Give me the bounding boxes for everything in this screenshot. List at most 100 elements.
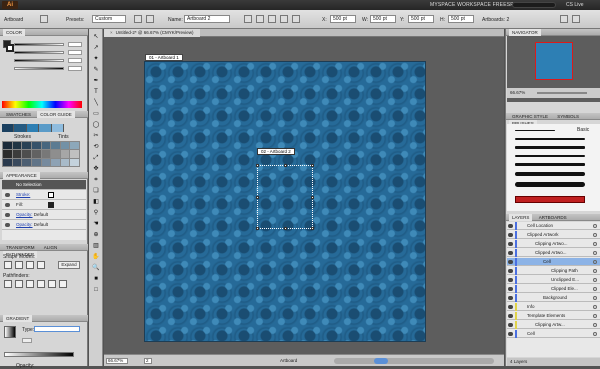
color-spectrum[interactable]: [2, 101, 82, 108]
symbol-tool-icon[interactable]: ❏: [92, 187, 100, 195]
blend-tool-icon[interactable]: ☚: [92, 220, 100, 228]
stroke-color-swatch[interactable]: [6, 44, 14, 52]
layer-row[interactable]: Clipping Artwo...: [507, 240, 600, 248]
visibility-eye-icon[interactable]: [508, 287, 513, 291]
stroke-swatch-icon[interactable]: [48, 192, 54, 198]
appearance-fill-row[interactable]: Fill:: [2, 200, 86, 210]
layer-row[interactable]: Template Elements: [507, 312, 600, 320]
search-input[interactable]: [512, 2, 556, 8]
warp-tool-icon[interactable]: ✥: [92, 165, 100, 173]
visibility-eye-icon[interactable]: [5, 223, 10, 227]
horizontal-scrollbar[interactable]: [334, 358, 494, 364]
target-icon[interactable]: [593, 287, 597, 291]
navigator-thumbnail[interactable]: [535, 42, 573, 80]
visibility-eye-icon[interactable]: [508, 278, 513, 282]
panel-menu-icon[interactable]: [572, 15, 580, 23]
rectangle-tool-icon[interactable]: ▭: [92, 110, 100, 118]
target-icon[interactable]: [593, 233, 597, 237]
visibility-eye-icon[interactable]: [508, 323, 513, 327]
visibility-eye-icon[interactable]: [508, 296, 513, 300]
swatch[interactable]: [51, 158, 60, 166]
ellipse-tool-icon[interactable]: ◯: [92, 121, 100, 129]
layer-row[interactable]: Unclipped E...: [507, 276, 600, 284]
target-icon[interactable]: [593, 305, 597, 309]
crop-button[interactable]: [37, 280, 45, 288]
appearance-panel-header[interactable]: APPEARANCE GRAPHIC STYLES: [0, 172, 88, 185]
color-panel-header[interactable]: COLOR: [0, 29, 88, 36]
resize-handle[interactable]: [311, 164, 314, 167]
cs-live-button[interactable]: CS Live: [566, 2, 584, 8]
fill-swatch-icon[interactable]: [48, 202, 54, 208]
scale-tool-icon[interactable]: ⤢: [92, 154, 100, 162]
direct-selection-tool-icon[interactable]: ↗: [92, 44, 100, 52]
presets-select[interactable]: Custom: [92, 15, 126, 23]
resize-handle[interactable]: [256, 164, 259, 167]
magic-wand-tool-icon[interactable]: ✦: [92, 55, 100, 63]
swatch[interactable]: [3, 142, 12, 150]
resize-handle[interactable]: [256, 196, 259, 199]
navigator-panel-header[interactable]: NAVIGATOR: [506, 29, 600, 36]
resize-handle[interactable]: [256, 227, 259, 230]
mesh-tool-icon[interactable]: ⌗: [92, 176, 100, 184]
resize-handle[interactable]: [284, 164, 287, 167]
artboard-1-label[interactable]: 01 - Artboard 1: [145, 54, 183, 61]
tab-graphic-style[interactable]: GRAPHIC STYLE: [509, 113, 551, 120]
fill-icon[interactable]: ■: [92, 275, 100, 283]
swatch[interactable]: [12, 142, 22, 150]
layer-row[interactable]: Clipping Artw...: [507, 321, 600, 329]
h-field[interactable]: 500 pt: [448, 15, 474, 23]
tab-artboards[interactable]: ARTBOARDS: [536, 214, 570, 221]
navigator-zoom-slider[interactable]: [537, 92, 587, 94]
landscape-icon[interactable]: [146, 15, 154, 23]
brush-stroke[interactable]: [515, 172, 585, 176]
brushes-list[interactable]: Basic: [507, 124, 600, 211]
delete-artboard-icon[interactable]: [560, 15, 568, 23]
visibility-eye-icon[interactable]: [5, 203, 10, 207]
brushes-panel-header[interactable]: GRAPHIC STYLE SYMBOLS BRUSHES: [506, 113, 600, 127]
exclude-button[interactable]: [37, 261, 45, 269]
artboard-name-field[interactable]: Artboard 2: [184, 15, 230, 23]
brush-stroke[interactable]: [515, 155, 585, 157]
eyedropper-tool-icon[interactable]: ⚲: [92, 209, 100, 217]
artboard-number-field[interactable]: 2: [144, 358, 152, 364]
w-field[interactable]: 500 pt: [370, 15, 396, 23]
show-crosshairs-icon[interactable]: [268, 15, 276, 23]
target-icon[interactable]: [593, 314, 597, 318]
tab-color-guide[interactable]: COLOR GUIDE: [37, 111, 75, 118]
tab-transform[interactable]: TRANSFORM: [3, 244, 38, 251]
visibility-eye-icon[interactable]: [5, 193, 10, 197]
swatch[interactable]: [22, 158, 31, 166]
artboard-2-selection[interactable]: [256, 164, 314, 230]
visibility-eye-icon[interactable]: [508, 242, 513, 246]
brush-stroke[interactable]: [515, 138, 585, 140]
gradient-angle-field[interactable]: [22, 338, 32, 343]
swatch[interactable]: [41, 142, 51, 150]
outline-button[interactable]: [48, 280, 56, 288]
swatch[interactable]: [22, 150, 31, 158]
swatch[interactable]: [70, 150, 79, 158]
pathfinder-panel-header[interactable]: TRANSFORM ALIGN PATHFINDER: [0, 244, 88, 258]
selection-tool-icon[interactable]: ↖: [92, 33, 100, 41]
color-value-field-2[interactable]: [68, 50, 82, 55]
visibility-eye-icon[interactable]: [508, 314, 513, 318]
zoom-field[interactable]: 66.67%: [106, 358, 128, 364]
color-slider-2[interactable]: [14, 51, 64, 54]
visibility-eye-icon[interactable]: [508, 305, 513, 309]
rotate-tool-icon[interactable]: ⟲: [92, 143, 100, 151]
brush-stroke[interactable]: [515, 146, 585, 149]
tab-navigator[interactable]: NAVIGATOR: [509, 29, 541, 36]
pen-tool-icon[interactable]: ✎: [92, 66, 100, 74]
visibility-eye-icon[interactable]: [508, 233, 513, 237]
visibility-eye-icon[interactable]: [508, 251, 513, 255]
portrait-icon[interactable]: [134, 15, 142, 23]
expand-button[interactable]: Expand: [58, 261, 80, 269]
stroke-icon[interactable]: □: [92, 286, 100, 294]
gradient-type-select[interactable]: [34, 326, 80, 332]
layer-row[interactable]: Clipped Artwo...: [507, 249, 600, 257]
brush-stroke[interactable]: [515, 182, 585, 187]
swatches-panel-header[interactable]: SWATCHES COLOR GUIDE: [0, 111, 88, 118]
divide-button[interactable]: [4, 280, 12, 288]
swatch[interactable]: [60, 158, 70, 166]
unite-button[interactable]: [4, 261, 12, 269]
brush-tool-icon[interactable]: ✒: [92, 77, 100, 85]
